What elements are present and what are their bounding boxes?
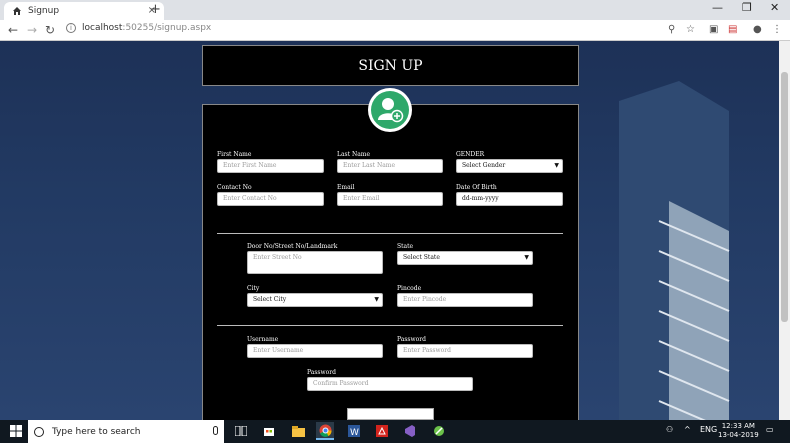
state-label: State <box>397 243 414 250</box>
notification-icon[interactable]: ▭ <box>766 425 774 434</box>
scrollbar-thumb[interactable] <box>781 72 788 322</box>
last-name-label: Last Name <box>337 151 371 158</box>
home-icon <box>13 7 21 15</box>
url-path: :50255/signup.aspx <box>122 23 212 33</box>
reload-icon[interactable]: ↻ <box>45 23 55 37</box>
section-divider <box>217 233 563 234</box>
building-image <box>619 81 730 420</box>
chrome-icon[interactable] <box>316 422 334 440</box>
maximize-button[interactable]: ❐ <box>742 1 752 14</box>
gender-label: GENDER <box>456 151 485 158</box>
file-explorer-icon[interactable] <box>289 422 307 440</box>
search-icon <box>34 426 44 437</box>
show-hidden-icons[interactable]: ^ <box>684 425 691 434</box>
task-view-icon[interactable] <box>232 422 250 440</box>
city-select[interactable]: Select City <box>247 293 383 307</box>
city-label: City <box>247 285 260 292</box>
confirm-password-input[interactable]: Confirm Password <box>307 377 473 391</box>
page-title: SIGN UP <box>202 45 579 86</box>
add-user-icon <box>378 98 404 123</box>
star-icon[interactable]: ☆ <box>686 24 695 35</box>
clock-time: 12:33 AM <box>721 422 755 430</box>
email-input[interactable]: Enter Email <box>337 192 443 206</box>
app-icon[interactable] <box>430 422 448 440</box>
username-label: Username <box>247 336 279 343</box>
menu-icon[interactable]: ⋮ <box>772 24 782 35</box>
acrobat-icon[interactable] <box>373 422 391 440</box>
microphone-icon[interactable] <box>213 426 218 435</box>
forward-icon[interactable]: → <box>27 23 37 37</box>
url-field[interactable]: i localhost:50255/signup.aspx <box>66 23 211 33</box>
add-user-avatar <box>368 88 412 132</box>
store-icon[interactable] <box>260 422 278 440</box>
clock-date: 13-04-2019 <box>718 431 759 439</box>
search-placeholder: Type here to search <box>52 426 141 437</box>
new-tab-button[interactable]: + <box>150 2 161 17</box>
contact-label: Contact No <box>217 184 252 191</box>
pincode-input[interactable]: Enter Pincode <box>397 293 533 307</box>
extension-icon[interactable]: ▣ <box>709 24 718 35</box>
tab-signup[interactable]: Signup × <box>4 2 164 20</box>
zoom-icon[interactable]: ⚲ <box>668 24 675 35</box>
address-bar: ← → ↻ i localhost:50255/signup.aspx ⚲ ☆ … <box>0 20 790 41</box>
url-host: localhost <box>82 23 123 33</box>
password-label: Password <box>397 336 426 343</box>
back-icon[interactable]: ← <box>8 23 18 37</box>
section-divider-2 <box>217 325 563 326</box>
svg-text:W: W <box>350 428 359 437</box>
info-icon[interactable]: i <box>66 23 76 33</box>
taskbar-search[interactable]: Type here to search <box>28 420 224 443</box>
clock[interactable]: 12:33 AM 13-04-2019 <box>718 422 759 440</box>
windows-start-icon[interactable] <box>10 425 22 437</box>
contact-input[interactable]: Enter Contact No <box>217 192 324 206</box>
submit-button[interactable] <box>347 408 434 420</box>
email-label: Email <box>337 184 355 191</box>
account-icon[interactable]: ● <box>753 24 762 35</box>
username-input[interactable]: Enter Username <box>247 344 383 358</box>
pincode-label: Pincode <box>397 285 422 292</box>
word-icon[interactable]: W <box>345 422 363 440</box>
language-indicator[interactable]: ENG <box>700 425 717 434</box>
first-name-input[interactable]: Enter First Name <box>217 159 324 173</box>
state-select[interactable]: Select State <box>397 251 533 265</box>
gender-select[interactable]: Select Gender <box>456 159 563 173</box>
password-input[interactable]: Enter Password <box>397 344 533 358</box>
last-name-input[interactable]: Enter Last Name <box>337 159 443 173</box>
street-label: Door No/Street No/Landmark <box>247 243 338 250</box>
close-window-button[interactable]: ✕ <box>770 1 779 14</box>
tab-title: Signup <box>28 6 60 16</box>
minimize-button[interactable]: — <box>712 1 723 14</box>
pdf-extension-icon[interactable]: ▤ <box>728 24 737 35</box>
people-icon[interactable]: ⚇ <box>666 425 673 434</box>
dob-input[interactable]: dd-mm-yyyy <box>456 192 563 206</box>
first-name-label: First Name <box>217 151 252 158</box>
confirm-password-label: Password <box>307 369 336 376</box>
dob-label: Date Of Birth <box>456 184 497 191</box>
tab-bar: Signup × + — ❐ ✕ <box>0 0 790 20</box>
visual-studio-icon[interactable] <box>401 422 419 440</box>
street-textarea[interactable]: Enter Street No <box>247 251 383 274</box>
taskbar: Type here to search W ⚇ ^ ENG 12:33 AM 1… <box>0 420 790 443</box>
